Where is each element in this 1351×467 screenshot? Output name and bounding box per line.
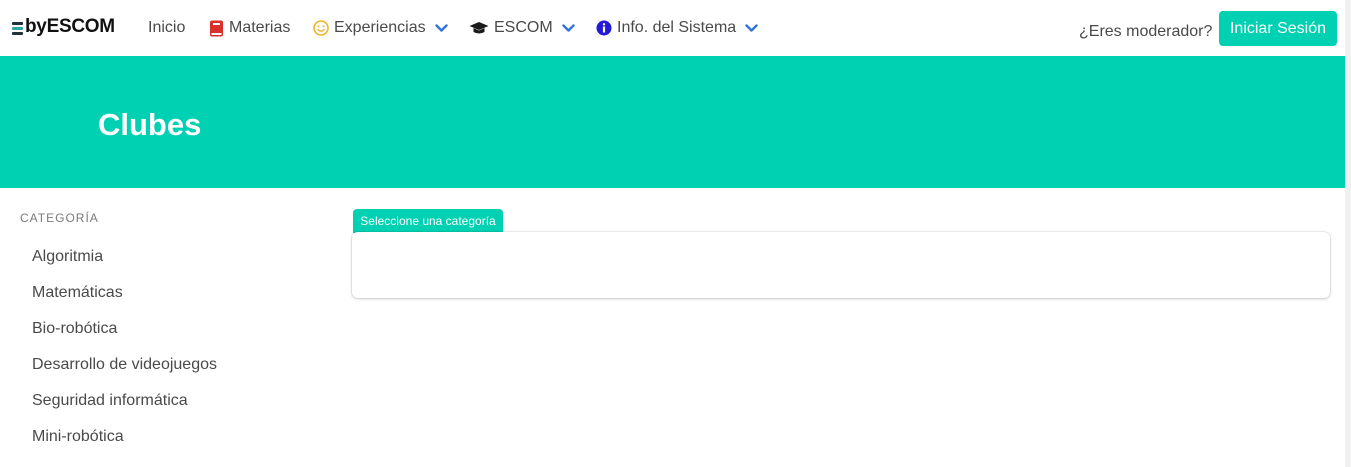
sidebar-item-bio-robotica[interactable]: Bio-robótica bbox=[32, 320, 117, 338]
moderator-prompt: ¿Eres moderador? bbox=[1079, 23, 1213, 40]
nav-item-label: Inicio bbox=[148, 19, 186, 36]
nav-item-label: ESCOM bbox=[494, 19, 553, 36]
graduation-cap-icon bbox=[469, 21, 489, 35]
nav-item-inicio[interactable]: Inicio bbox=[148, 18, 185, 38]
sidebar-label: CATEGORÍA bbox=[20, 211, 99, 225]
sidebar-item-algoritmia[interactable]: Algoritmia bbox=[32, 248, 103, 266]
chevron-down-icon bbox=[745, 23, 758, 33]
smile-icon bbox=[313, 20, 329, 36]
book-icon bbox=[209, 20, 224, 37]
nav-item-info-sistema[interactable]: Info. del Sistema bbox=[596, 18, 758, 38]
nav-item-label: Info. del Sistema bbox=[617, 19, 737, 36]
top-navbar: byESCOM Inicio Materias Experiencias ESC… bbox=[0, 0, 1351, 56]
sidebar-item-matematicas[interactable]: Matemáticas bbox=[32, 284, 123, 302]
nav-item-materias[interactable]: Materias bbox=[209, 18, 290, 38]
logo-icon bbox=[12, 20, 23, 35]
page-scrollbar[interactable] bbox=[1345, 0, 1351, 467]
nav-item-label: Experiencias bbox=[334, 19, 426, 36]
sidebar-item-mini-robotica[interactable]: Mini-robótica bbox=[32, 428, 124, 446]
page-title: Clubes bbox=[98, 107, 202, 142]
clubs-panel bbox=[352, 232, 1330, 298]
chevron-down-icon bbox=[434, 23, 448, 33]
hero-banner: Clubes bbox=[0, 56, 1351, 188]
brand-name: byESCOM bbox=[25, 16, 115, 37]
chevron-down-icon bbox=[561, 23, 575, 33]
info-circle-icon bbox=[596, 20, 612, 36]
category-tag: Seleccione una categoría bbox=[353, 209, 503, 233]
nav-item-label: Materias bbox=[229, 19, 291, 36]
sidebar-item-seguridad[interactable]: Seguridad informática bbox=[32, 392, 188, 410]
sidebar-item-videojuegos[interactable]: Desarrollo de videojuegos bbox=[32, 356, 217, 374]
brand-logo[interactable]: byESCOM bbox=[12, 16, 115, 38]
nav-item-experiencias[interactable]: Experiencias bbox=[313, 18, 448, 38]
login-button[interactable]: Iniciar Sesión bbox=[1219, 11, 1337, 46]
nav-item-escom[interactable]: ESCOM bbox=[469, 18, 575, 38]
